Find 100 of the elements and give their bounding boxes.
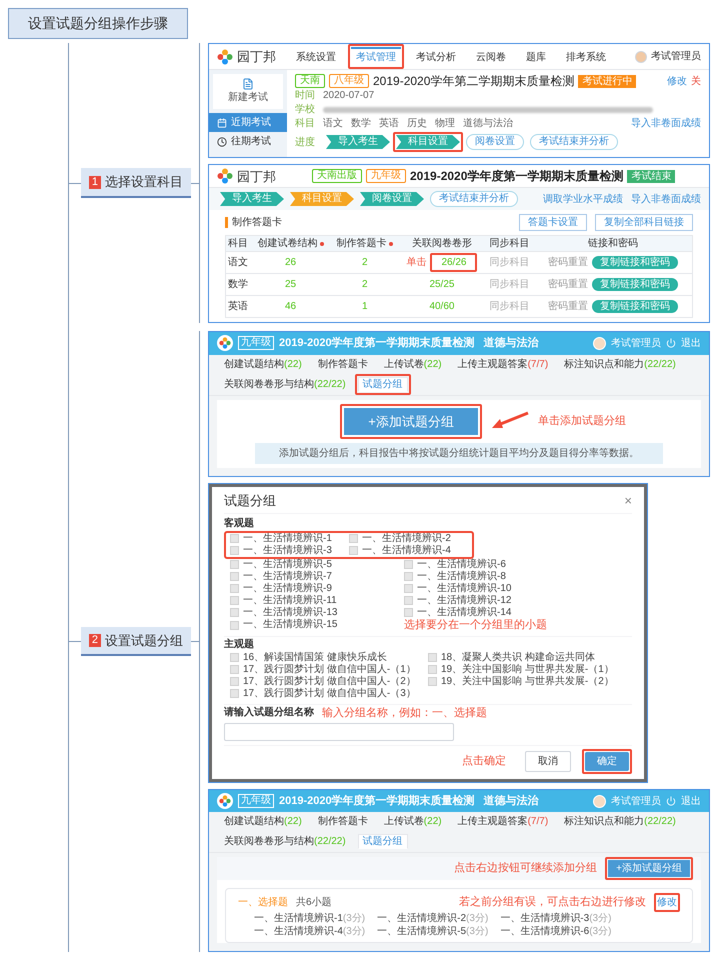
subject-tab[interactable]: 上传主观题答案(7/7) (454, 815, 552, 828)
progress-step[interactable]: 考试结束并分析 (530, 134, 618, 150)
subject-name: 历史 (407, 117, 427, 130)
tag: 天南 (295, 74, 325, 88)
table-cell: 英语 (226, 296, 250, 318)
checkbox-option[interactable]: 一、生活情境辨识-4 (349, 544, 468, 556)
checkbox-option[interactable]: 一、生活情境辨识-7 (230, 570, 404, 582)
checkbox[interactable] (230, 689, 239, 698)
avatar (593, 336, 606, 350)
group-question: 一、生活情境辨识-2(3分) (377, 912, 488, 925)
grade-tag: 九年级 (238, 336, 274, 350)
table-cell: 26 (250, 252, 331, 274)
checkbox[interactable] (404, 608, 413, 617)
checkbox[interactable] (230, 620, 239, 630)
tag: 八年级 (329, 74, 369, 88)
edit-link[interactable]: 修改 (657, 896, 677, 909)
nav-tab[interactable]: 排考系统 (561, 47, 611, 66)
new-exam-button[interactable]: 新建考试 (213, 74, 283, 109)
checkbox-option[interactable]: 一、生活情境辨识-14 (404, 606, 578, 618)
checkbox[interactable] (230, 546, 239, 555)
checkbox-option[interactable]: 一、生活情境辨识-11 (230, 594, 404, 606)
checkbox[interactable] (404, 572, 413, 581)
checkbox[interactable] (230, 534, 239, 543)
subject-tab[interactable]: 创建试题结构(22) (220, 815, 306, 828)
subject-tab[interactable]: 关联阅卷卷形与结构(22/22) (220, 835, 350, 848)
subject-tab[interactable]: 试题分组 (358, 376, 408, 392)
checkbox[interactable] (230, 677, 239, 686)
sidebar-item[interactable]: 往期考试 (209, 132, 287, 151)
nav-tab[interactable]: 题库 (521, 47, 551, 66)
subject-tab[interactable]: 标注知识点和能力(22/22) (560, 815, 680, 828)
group-name-field[interactable] (224, 723, 454, 741)
checkbox-option[interactable]: 17、践行圆梦计划 做自信中国人-（1） (230, 664, 428, 676)
checkbox-option[interactable]: 19、关注中国影响 与世界共发展-（2） (428, 676, 626, 688)
close-button[interactable]: × (624, 491, 632, 510)
checkbox-option[interactable]: 一、生活情境辨识-13 (230, 606, 404, 618)
checkbox[interactable] (428, 665, 437, 674)
dialog-button[interactable]: 取消 (525, 751, 571, 772)
checkbox[interactable] (404, 596, 413, 605)
nav-tab[interactable]: 系统设置 (291, 47, 341, 66)
checkbox-option[interactable]: 一、生活情境辨识-10 (404, 582, 578, 594)
nav-tab[interactable]: 考试分析 (411, 47, 461, 66)
checkbox[interactable] (230, 560, 239, 569)
outline-button[interactable]: 复制全部科目链接 (595, 214, 693, 231)
action-link[interactable]: 修改 (667, 74, 687, 88)
checkbox-option[interactable]: 一、生活情境辨识-9 (230, 582, 404, 594)
checkbox[interactable] (230, 608, 239, 617)
checkbox-option[interactable]: 一、生活情境辨识-6 (404, 558, 578, 570)
checkbox-option[interactable]: 18、凝聚人类共识 构建命运共同体 (428, 652, 626, 664)
subject-name: 道德与法治 (463, 117, 513, 130)
exam-title: 2019-2020学年度第一学期期末质量检测 (410, 170, 624, 182)
checkbox[interactable] (404, 560, 413, 569)
action-link[interactable]: 关 (691, 74, 701, 88)
checkbox-option[interactable]: 一、生活情境辨识-12 (404, 594, 578, 606)
checkbox[interactable] (404, 584, 413, 593)
section-heading: 客观题 (224, 516, 255, 530)
table-cell: 2 (330, 252, 399, 274)
checkbox-option[interactable]: 一、生活情境辨识-1 (230, 532, 349, 544)
checkbox[interactable] (230, 653, 239, 662)
subject-tab[interactable]: 试题分组 (358, 834, 408, 849)
checkbox-option[interactable]: 一、生活情境辨识-5 (230, 558, 404, 570)
checkbox[interactable] (349, 534, 358, 543)
clock-icon (217, 136, 227, 146)
step-number: 2 (88, 634, 101, 647)
checkbox[interactable] (230, 665, 239, 674)
group-name: 一、选择题 (238, 896, 288, 909)
document-icon (242, 78, 254, 90)
checkbox-option[interactable]: 一、生活情境辨识-2 (349, 532, 468, 544)
checkbox[interactable] (230, 572, 239, 581)
column-header: 同步科目 (485, 236, 534, 252)
checkbox-option[interactable]: 一、生活情境辨识-3 (230, 544, 349, 556)
subject-tab[interactable]: 制作答题卡 (314, 815, 372, 828)
checkbox[interactable] (230, 584, 239, 593)
column-header: 制作答题卡 (330, 236, 399, 252)
checkbox-option[interactable]: 17、践行圆梦计划 做自信中国人-（3） (230, 688, 428, 700)
checkbox-option[interactable]: 一、生活情境辨识-8 (404, 570, 578, 582)
subject-tab[interactable]: 标注知识点和能力(22/22) (560, 358, 680, 370)
checkbox[interactable] (428, 677, 437, 686)
checkbox-option[interactable]: 16、解读国情国策 健康快乐成长 (230, 652, 428, 664)
checkbox[interactable] (230, 596, 239, 605)
checkbox-option[interactable]: 19、关注中国影响 与世界共发展-（1） (428, 664, 626, 676)
progress-step[interactable]: 考试结束并分析 (430, 191, 518, 207)
checkbox-option[interactable]: 一、生活情境辨识-15 (230, 618, 404, 632)
nav-tab[interactable]: 云阅卷 (471, 47, 511, 66)
subject-tab[interactable]: 创建试题结构(22) (220, 358, 306, 370)
status-badge: 考试进行中 (578, 74, 636, 88)
checkbox[interactable] (428, 653, 437, 662)
subject-tab[interactable]: 上传试卷(22) (380, 815, 446, 828)
checkbox-option[interactable]: 17、践行圆梦计划 做自信中国人-（2） (230, 676, 428, 688)
field-label: 时间 (295, 89, 315, 102)
exam-title: 2019-2020学年度第一学期期末质量检测 (279, 336, 475, 351)
group-question: 一、生活情境辨识-6(3分) (500, 925, 612, 938)
subject-tab[interactable]: 制作答题卡 (314, 358, 372, 370)
subject-tab[interactable]: 关联阅卷卷形与结构(22/22) (220, 378, 350, 390)
subject-tab[interactable]: 上传主观题答案(7/7) (454, 358, 552, 370)
table-cell: 25 (250, 274, 331, 296)
nav-tab[interactable]: 考试管理 (351, 47, 401, 66)
checkbox[interactable] (349, 546, 358, 555)
user-name[interactable]: 考试管理员 (651, 49, 701, 64)
progress-step[interactable]: 阅卷设置 (466, 134, 524, 150)
subject-tab[interactable]: 上传试卷(22) (380, 358, 446, 370)
